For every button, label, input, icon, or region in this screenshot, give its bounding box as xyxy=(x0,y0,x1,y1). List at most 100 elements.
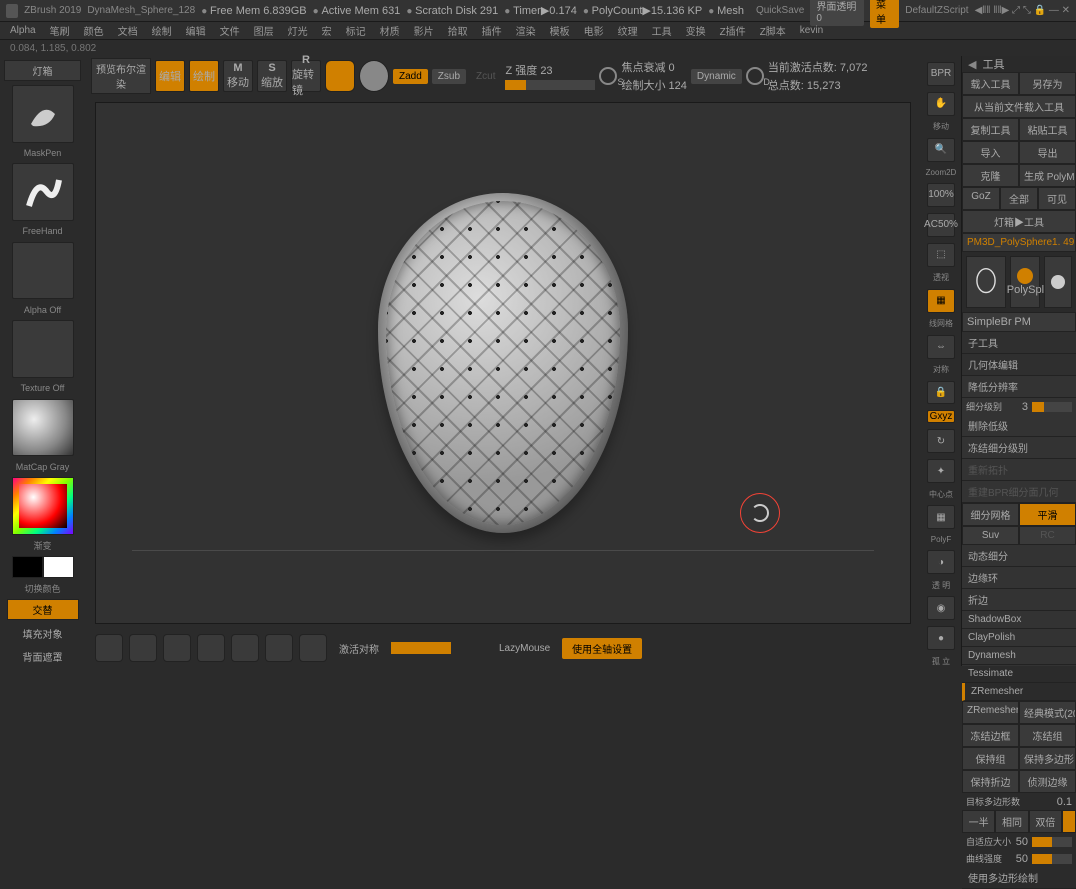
symmetry-bar[interactable] xyxy=(391,642,451,654)
keep-crease[interactable]: 保持折边 xyxy=(962,770,1019,793)
maskcu-button[interactable] xyxy=(265,634,293,662)
menu-document[interactable]: 文档 xyxy=(118,23,138,38)
shadowbox[interactable]: ShadowBox xyxy=(962,611,1076,629)
export[interactable]: 导出 xyxy=(1019,141,1076,164)
rotate-icon[interactable]: ↻ xyxy=(927,429,955,453)
activate-symmetry[interactable]: 激活对称 xyxy=(333,639,385,658)
dynamic-icon[interactable]: D xyxy=(746,67,764,85)
freeze-sdiv[interactable]: 冻结细分级别 xyxy=(962,437,1076,459)
tool-preview-2[interactable]: PolySpl xyxy=(1010,256,1040,308)
half-button[interactable]: 一半 xyxy=(962,810,995,833)
make-polymesh[interactable]: 生成 PolyMesh3D xyxy=(1019,164,1076,187)
detect-edges[interactable]: 侦测边缘 xyxy=(1019,770,1076,793)
trimcu-button[interactable] xyxy=(197,634,225,662)
back-mask-button[interactable]: 背面遮罩 xyxy=(7,647,79,666)
draw-mode-button[interactable]: 绘制 xyxy=(189,60,219,92)
solo-icon[interactable]: ● xyxy=(927,626,955,650)
load-from-file[interactable]: 从当前文件载入工具 xyxy=(962,95,1076,118)
move-view-icon[interactable]: ✋ xyxy=(927,92,955,116)
menu-edit[interactable]: 编辑 xyxy=(186,23,206,38)
current-tool-name[interactable]: PM3D_PolySphere1. 49 xyxy=(962,233,1076,252)
sculpt-mesh[interactable] xyxy=(378,193,628,533)
transp-icon[interactable]: ◑ xyxy=(927,550,955,574)
ghost-icon[interactable]: ◉ xyxy=(927,596,955,620)
draw-size-slider[interactable]: 焦点衰减 0 绘制大小 124 xyxy=(621,59,686,93)
menu-material[interactable]: 材质 xyxy=(380,23,400,38)
adapt-toggle[interactable] xyxy=(1062,810,1076,833)
adaptive-size-slider[interactable]: 自适应大小50 xyxy=(962,833,1076,850)
same-button[interactable]: 相同 xyxy=(995,810,1028,833)
sdiv-slider[interactable]: 细分级别3 xyxy=(962,398,1076,415)
zoom-icon[interactable]: 🔍 xyxy=(927,138,955,162)
menu-marker[interactable]: 标记 xyxy=(346,23,366,38)
floor-icon[interactable]: ▦ xyxy=(927,289,955,313)
menu-texture[interactable]: 纹理 xyxy=(618,23,638,38)
lazymouse-opt[interactable]: 使用全轴设置 xyxy=(562,638,642,659)
actual-size-button[interactable]: 100% xyxy=(927,183,955,207)
mrgb-button[interactable] xyxy=(325,60,355,92)
rotate-mode-button[interactable]: R旋转镜 xyxy=(291,60,321,92)
selectl-button[interactable] xyxy=(95,634,123,662)
menu-render[interactable]: 渲染 xyxy=(516,23,536,38)
cross-button[interactable]: 交替 xyxy=(7,599,79,620)
dynamic-subdiv[interactable]: 动态细分 xyxy=(962,545,1076,567)
geometry-section[interactable]: 几何体编辑 xyxy=(962,354,1076,376)
zcut-button[interactable]: Zcut xyxy=(470,69,501,84)
tool-preview-3[interactable] xyxy=(1044,256,1072,308)
preview-bool-button[interactable]: 预览布尔渲染 xyxy=(91,58,151,94)
tessimate[interactable]: Tessimate xyxy=(962,665,1076,683)
goz-all[interactable]: 全部 xyxy=(1000,187,1038,210)
use-polypaint[interactable]: 使用多边形绘制 xyxy=(962,867,1076,889)
target-poly-slider[interactable]: 目标多边形数0.1 xyxy=(962,793,1076,810)
claypolish[interactable]: ClayPolish xyxy=(962,629,1076,647)
edgeloop[interactable]: 边缘环 xyxy=(962,567,1076,589)
persp-icon[interactable]: ⬚ xyxy=(927,243,955,267)
menu-layer[interactable]: 图层 xyxy=(254,23,274,38)
freeze-groups[interactable]: 冻结组 xyxy=(1019,724,1076,747)
nav-icons[interactable]: ◀‖‖ ‖‖▶ ⤢ ⤡ 🔒 — ✕ xyxy=(975,5,1070,16)
lazymouse-label[interactable]: LazyMouse xyxy=(493,641,556,656)
lock-icon[interactable]: 🔒 xyxy=(927,381,955,405)
menu-transform[interactable]: 变换 xyxy=(686,23,706,38)
keep-groups[interactable]: 保持组 xyxy=(962,747,1019,770)
clipcur-button[interactable] xyxy=(163,634,191,662)
subtool-section[interactable]: 子工具 xyxy=(962,332,1076,354)
z-intensity-slider[interactable]: Z 强度 23 xyxy=(505,62,595,90)
zsub-button[interactable]: Zsub xyxy=(432,69,466,84)
menu-tool[interactable]: 工具 xyxy=(652,23,672,38)
menu-plugin[interactable]: 插件 xyxy=(482,23,502,38)
lightbox-button[interactable]: 灯箱 xyxy=(4,60,81,81)
localsym-icon[interactable]: ⇔ xyxy=(927,335,955,359)
rc-toggle[interactable]: RC xyxy=(1019,526,1076,545)
goz-visible[interactable]: 可见 xyxy=(1038,187,1076,210)
zremesher-button[interactable]: ZRemesher xyxy=(962,701,1019,724)
double-button[interactable]: 双倍 xyxy=(1029,810,1062,833)
menu-stencil[interactable]: 模板 xyxy=(550,23,570,38)
goz[interactable]: GoZ xyxy=(962,187,1000,210)
menu-movie[interactable]: 影片 xyxy=(414,23,434,38)
rebuild-bpr[interactable]: 重建BPR细分面几何 xyxy=(962,481,1076,503)
crease[interactable]: 折边 xyxy=(962,589,1076,611)
lower-res[interactable]: 降低分辨率 xyxy=(962,376,1076,398)
material-thumb[interactable] xyxy=(12,399,74,457)
menu-movie2[interactable]: 电影 xyxy=(584,23,604,38)
smooth-toggle[interactable]: 平滑 xyxy=(1019,503,1076,526)
menu-button[interactable]: 菜单 xyxy=(870,0,899,28)
tool-preview-main[interactable] xyxy=(966,256,1006,308)
zadd-button[interactable]: Zadd xyxy=(393,69,428,84)
slicecu-button[interactable] xyxy=(299,634,327,662)
bpr-button[interactable]: BPR xyxy=(927,62,955,86)
dynamesh[interactable]: Dynamesh xyxy=(962,647,1076,665)
xyz-button[interactable]: Gxyz xyxy=(927,410,955,423)
alpha-thumb[interactable] xyxy=(12,242,74,300)
save-as[interactable]: 另存为 xyxy=(1019,72,1076,95)
lightbox-tools[interactable]: 灯箱▶工具 xyxy=(962,210,1076,233)
polyf-icon[interactable]: ▦ xyxy=(927,505,955,529)
scale-mode-button[interactable]: S缩放 xyxy=(257,60,287,92)
transparency-toggle[interactable]: 界面透明 0 xyxy=(810,0,864,26)
menu-light[interactable]: 灯光 xyxy=(288,23,308,38)
fill-object-button[interactable]: 填充对象 xyxy=(7,624,79,643)
del-lower[interactable]: 删除低级 xyxy=(962,415,1076,437)
main-viewport[interactable] xyxy=(95,102,911,624)
brush-thumb[interactable] xyxy=(12,85,74,143)
